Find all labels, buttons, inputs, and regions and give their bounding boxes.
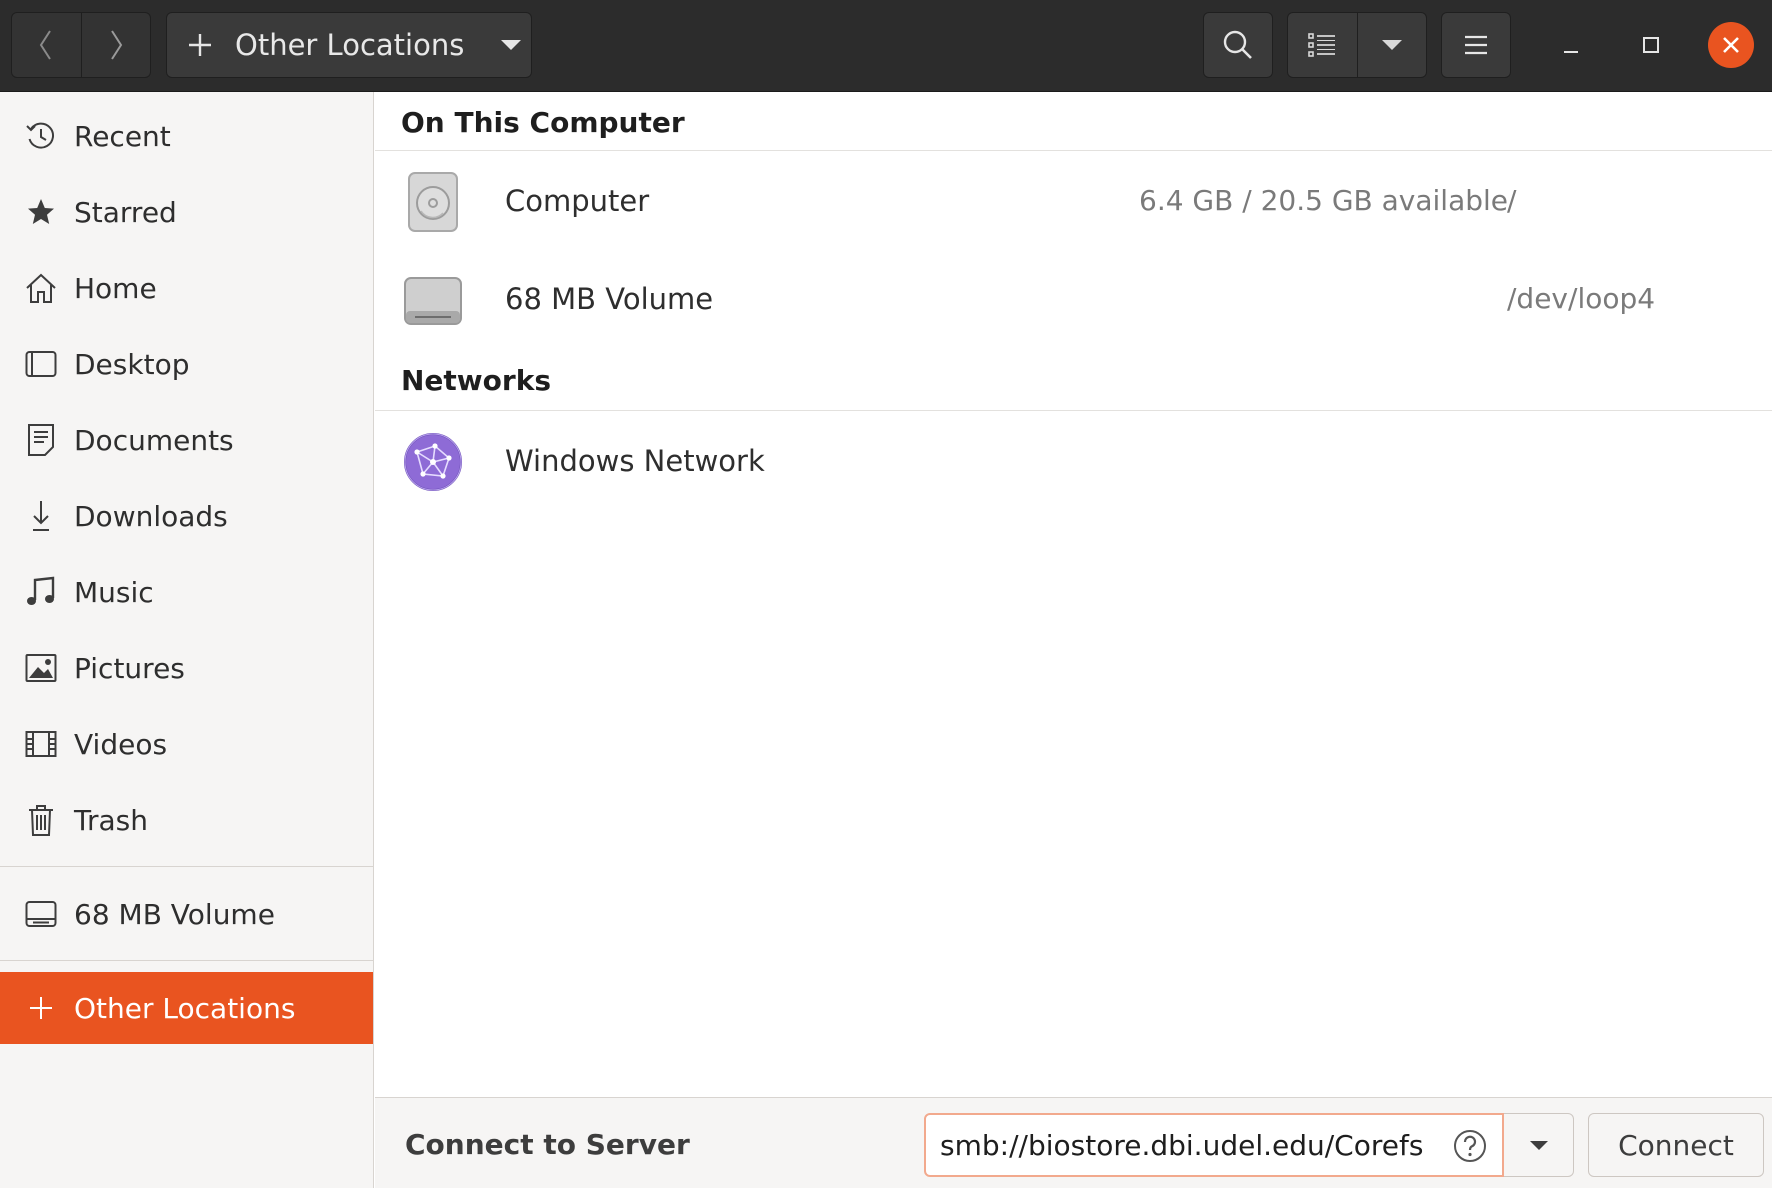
main-menu-button[interactable] [1441, 12, 1511, 78]
help-icon[interactable] [1453, 1129, 1487, 1163]
location-row-68mb-volume[interactable]: 68 MB Volume /dev/loop4 [375, 250, 1772, 348]
sidebar-item-music[interactable]: Music [0, 556, 373, 628]
sidebar-item-home[interactable]: Home [0, 252, 373, 324]
location-path: /dev/loop4 [1507, 282, 1656, 315]
sidebar-item-label: Trash [74, 803, 148, 837]
sidebar-item-starred[interactable]: Starred [0, 176, 373, 248]
minimize-button[interactable] [1548, 22, 1594, 68]
header-bar: Other Locations [0, 0, 1772, 92]
sidebar-item-videos[interactable]: Videos [0, 708, 373, 780]
minimize-icon [1564, 51, 1578, 53]
location-label: Other Locations [235, 28, 465, 62]
location-name: Computer [505, 184, 650, 218]
view-options [1287, 12, 1427, 78]
clock-icon [24, 119, 58, 153]
back-button[interactable] [12, 13, 81, 77]
home-icon [24, 271, 58, 305]
sidebar: Recent Starred Home Desktop Documents Do… [0, 92, 374, 1188]
triangle-down-icon [501, 40, 522, 50]
plus-icon [189, 34, 211, 56]
sidebar-item-label: Home [74, 271, 157, 305]
location-row-computer[interactable]: Computer 6.4 GB / 20.5 GB available / [375, 152, 1772, 250]
sidebar-item-68mb-volume[interactable]: 68 MB Volume [0, 878, 373, 950]
trash-icon [24, 803, 58, 837]
navigation-buttons [11, 12, 151, 78]
music-icon [24, 575, 58, 609]
chevron-right-icon [110, 30, 122, 60]
sidebar-item-downloads[interactable]: Downloads [0, 480, 373, 552]
sidebar-item-label: Recent [74, 119, 171, 153]
search-button[interactable] [1203, 12, 1273, 78]
picture-icon [24, 651, 58, 685]
location-available-space: 6.4 GB / 20.5 GB available [1139, 184, 1509, 217]
star-icon [24, 195, 58, 229]
maximize-icon [1643, 37, 1659, 53]
section-divider [375, 410, 1772, 411]
sidebar-item-label: Videos [74, 727, 168, 761]
section-title-on-this-computer: On This Computer [401, 106, 685, 139]
close-icon [1723, 37, 1739, 53]
removable-drive-icon [404, 277, 462, 325]
download-icon [24, 499, 58, 533]
server-address-input[interactable] [924, 1113, 1504, 1177]
location-name: 68 MB Volume [505, 282, 714, 316]
sidebar-item-label: Music [74, 575, 154, 609]
list-view-button[interactable] [1288, 13, 1357, 77]
network-globe-icon [404, 433, 462, 491]
location-path: / [1507, 184, 1517, 217]
sidebar-item-label: Other Locations [74, 991, 296, 1025]
sidebar-separator [0, 960, 373, 961]
sidebar-item-label: Starred [74, 195, 177, 229]
sidebar-item-documents[interactable]: Documents [0, 404, 373, 476]
sidebar-separator [0, 866, 373, 867]
chevron-left-icon [40, 30, 52, 60]
desktop-icon [24, 347, 58, 381]
plus-icon [24, 991, 58, 1025]
location-name: Windows Network [505, 444, 765, 478]
connect-to-server-bar: Connect to Server Connect [375, 1097, 1772, 1188]
sidebar-item-other-locations[interactable]: Other Locations [0, 972, 373, 1044]
document-icon [24, 423, 58, 457]
sidebar-item-desktop[interactable]: Desktop [0, 328, 373, 400]
sidebar-item-trash[interactable]: Trash [0, 784, 373, 856]
forward-button[interactable] [80, 13, 151, 77]
main-content: On This Computer Computer 6.4 GB / 20.5 … [375, 92, 1772, 1097]
sidebar-item-label: Pictures [74, 651, 185, 685]
section-divider [375, 150, 1772, 151]
location-button[interactable]: Other Locations [166, 12, 532, 78]
sidebar-item-label: 68 MB Volume [74, 897, 275, 931]
location-row-windows-network[interactable]: Windows Network [375, 412, 1772, 510]
list-view-icon [1308, 33, 1336, 57]
search-icon [1223, 30, 1252, 59]
recent-servers-dropdown[interactable] [1504, 1113, 1574, 1177]
connect-button[interactable]: Connect [1588, 1113, 1764, 1177]
triangle-down-icon [1381, 40, 1402, 50]
view-menu-button[interactable] [1356, 13, 1427, 77]
drive-icon [24, 897, 58, 931]
sidebar-item-label: Downloads [74, 499, 228, 533]
harddisk-icon [408, 172, 458, 232]
triangle-down-icon [1529, 1140, 1548, 1150]
connect-to-server-label: Connect to Server [405, 1128, 690, 1161]
hamburger-menu-icon [1465, 35, 1487, 55]
sidebar-item-label: Documents [74, 423, 234, 457]
maximize-button[interactable] [1628, 22, 1674, 68]
sidebar-item-pictures[interactable]: Pictures [0, 632, 373, 704]
close-button[interactable] [1708, 22, 1754, 68]
section-title-networks: Networks [401, 364, 552, 397]
video-icon [24, 727, 58, 761]
sidebar-item-recent[interactable]: Recent [0, 100, 373, 172]
sidebar-item-label: Desktop [74, 347, 190, 381]
